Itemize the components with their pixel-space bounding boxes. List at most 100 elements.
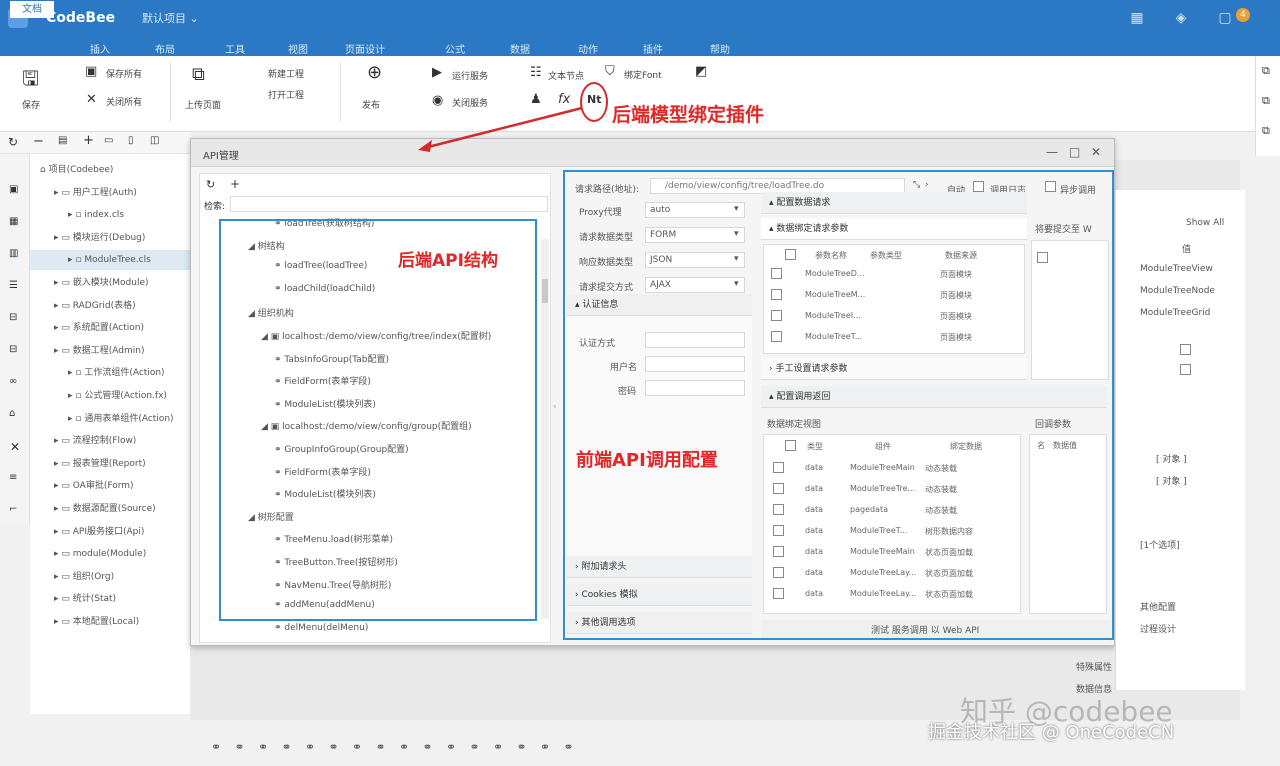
bookmark-icon[interactable]: ⊟ bbox=[9, 344, 17, 355]
table-icon[interactable]: ▦ bbox=[9, 216, 18, 227]
link-icon[interactable]: ⚭ bbox=[211, 740, 221, 754]
menu-item-view[interactable]: 视图 bbox=[288, 41, 308, 56]
link-icon[interactable]: ⚭ bbox=[423, 740, 433, 754]
menu-item-tools[interactable]: 工具 bbox=[225, 41, 245, 56]
tree-item[interactable]: ▸ ▭ 流程控制(Flow) bbox=[30, 431, 190, 451]
close-icon[interactable]: ✕ bbox=[1091, 145, 1101, 159]
play-icon[interactable]: ▶ bbox=[432, 65, 442, 80]
link-icon[interactable]: ⚭ bbox=[352, 740, 362, 754]
open-project-button[interactable]: 打开工程 bbox=[268, 88, 304, 101]
close-icon[interactable]: ✕ bbox=[86, 92, 97, 107]
copy-icon[interactable]: ⧉ bbox=[1262, 64, 1270, 78]
submit-checkbox[interactable] bbox=[1037, 252, 1048, 263]
link-icon[interactable]: ⚭ bbox=[564, 740, 574, 754]
save-icon[interactable]: 🖫 bbox=[22, 64, 39, 98]
tree-item[interactable]: ▸ ▭ OA审批(Form) bbox=[30, 476, 190, 496]
tree-item[interactable]: ▸ ▭ 本地配置(Local) bbox=[30, 612, 190, 632]
menu-item-layout[interactable]: 布局 bbox=[155, 41, 175, 56]
row-checkbox[interactable] bbox=[771, 289, 782, 300]
splitter-handle-icon[interactable]: ‹ bbox=[553, 402, 557, 412]
link-icon[interactable]: ⚭ bbox=[235, 740, 245, 754]
chevron-down-icon[interactable]: ▾ bbox=[734, 254, 739, 264]
link-icon[interactable]: ⚭ bbox=[329, 740, 339, 754]
row-checkbox[interactable] bbox=[771, 331, 782, 342]
headers-section[interactable]: › 附加请求头 bbox=[567, 556, 752, 578]
tree-item[interactable]: ▸ ▭ 数据源配置(Source) bbox=[30, 499, 190, 519]
menu-icon[interactable]: ≡ bbox=[9, 472, 17, 483]
field-select[interactable]: FORM ▾ bbox=[645, 227, 745, 243]
link-icon[interactable]: ⚭ bbox=[540, 740, 550, 754]
tree-item[interactable]: ▸ ▭ RADGrid(表格) bbox=[30, 296, 190, 316]
add-icon[interactable]: + bbox=[83, 133, 94, 148]
binding-font-button[interactable]: 绑定Font bbox=[624, 68, 662, 81]
auto-checkbox[interactable] bbox=[973, 181, 984, 192]
footer-text[interactable]: 测试 服务调用 以 Web API bbox=[871, 623, 979, 636]
field-select[interactable]: AJAX ▾ bbox=[645, 277, 745, 293]
tree-item[interactable]: ▸ ▭ 统计(Stat) bbox=[30, 589, 190, 609]
request-config-section[interactable]: ▴ 配置数据请求 bbox=[761, 192, 1027, 214]
row-checkbox[interactable] bbox=[773, 483, 784, 494]
manual-params-section[interactable]: › 手工设置请求参数 bbox=[761, 358, 1027, 380]
row-checkbox[interactable] bbox=[773, 525, 784, 536]
save-button[interactable]: 保存 bbox=[22, 98, 40, 111]
link-icon[interactable]: ⚭ bbox=[517, 740, 527, 754]
refresh-icon[interactable]: ↻ bbox=[8, 135, 18, 149]
chart-icon[interactable]: ▥ bbox=[9, 248, 18, 259]
row-checkbox[interactable] bbox=[773, 546, 784, 557]
text-node-button[interactable]: 文本节点 bbox=[548, 69, 584, 82]
link-icon[interactable]: ⚭ bbox=[446, 740, 456, 754]
link-icon[interactable]: ⚭ bbox=[305, 740, 315, 754]
tag-icon[interactable]: ◈ bbox=[1170, 10, 1192, 28]
paste-icon[interactable]: ⧉ bbox=[1262, 94, 1270, 108]
username-input[interactable] bbox=[645, 356, 745, 372]
row-checkbox[interactable] bbox=[773, 462, 784, 473]
refresh-icon[interactable]: ↻ bbox=[206, 178, 215, 191]
scroll-thumb[interactable] bbox=[542, 279, 548, 303]
menu-item-page-design[interactable]: 页面设计 bbox=[345, 41, 385, 56]
row-checkbox[interactable] bbox=[771, 310, 782, 321]
object-button-1[interactable]: [ 对象 ] bbox=[1156, 452, 1187, 465]
password-input[interactable] bbox=[645, 380, 745, 396]
tree-item[interactable]: ▸ ▫ 工作流组件(Action) bbox=[30, 363, 190, 383]
other-options-section[interactable]: › 其他调用选项 bbox=[567, 612, 752, 634]
row-checkbox[interactable] bbox=[773, 588, 784, 599]
object-button-2[interactable]: [ 对象 ] bbox=[1156, 474, 1187, 487]
bell-icon[interactable]: ▢ bbox=[1214, 10, 1236, 28]
file-icon[interactable]: ▯ bbox=[128, 135, 134, 146]
menu-item-help[interactable]: 帮助 bbox=[710, 41, 730, 56]
maximize-icon[interactable]: □ bbox=[1069, 145, 1080, 159]
close-icon[interactable]: ✕ bbox=[10, 440, 20, 454]
tree-item[interactable]: ▸ ▭ 嵌入模块(Module) bbox=[30, 273, 190, 293]
link-icon[interactable]: ⚭ bbox=[376, 740, 386, 754]
minimize-icon[interactable]: — bbox=[1046, 145, 1058, 159]
api-search-input[interactable] bbox=[230, 196, 548, 212]
upload-icon[interactable]: ⧉ bbox=[192, 64, 205, 85]
run-service-button[interactable]: 运行服务 bbox=[452, 69, 488, 82]
tree-item[interactable]: ▸ ▭ API服务接口(Api) bbox=[30, 522, 190, 542]
tree-item[interactable]: ▸ ▭ 用户工程(Auth) bbox=[30, 183, 190, 203]
link-icon[interactable]: ∞ bbox=[9, 376, 17, 387]
select-all-checkbox[interactable] bbox=[785, 440, 796, 451]
split-icon[interactable]: ◫ bbox=[150, 135, 159, 146]
cookies-section[interactable]: › Cookies 模拟 bbox=[567, 584, 752, 606]
list-icon[interactable]: ☰ bbox=[9, 280, 18, 291]
async-checkbox[interactable] bbox=[1045, 181, 1056, 192]
new-project-button[interactable]: 新建工程 bbox=[268, 67, 304, 80]
clone-icon[interactable]: ⧉ bbox=[1262, 124, 1270, 138]
select-all-checkbox[interactable] bbox=[785, 249, 796, 260]
menu-item-insert[interactable]: 插入 bbox=[90, 41, 110, 56]
globe-icon[interactable]: ⊕ bbox=[367, 62, 382, 83]
layers-icon[interactable]: ▣ bbox=[9, 184, 18, 195]
folder-icon[interactable]: ▭ bbox=[104, 135, 113, 146]
field-select[interactable]: JSON ▾ bbox=[645, 252, 745, 268]
tree-item[interactable]: ▸ ▭ module(Module) bbox=[30, 544, 190, 564]
publish-button[interactable]: 发布 bbox=[362, 98, 380, 111]
link-icon[interactable]: ⚭ bbox=[493, 740, 503, 754]
save-icon[interactable]: ▤ bbox=[58, 135, 67, 146]
shirt-icon[interactable]: ⛉ bbox=[605, 64, 615, 79]
tree-item[interactable]: ▸ ▭ 组织(Org) bbox=[30, 567, 190, 587]
link-icon[interactable]: ⚭ bbox=[258, 740, 268, 754]
menu-item-document[interactable]: 文档 bbox=[10, 1, 54, 18]
response-config-section[interactable]: ▴ 配置调用返回 bbox=[761, 386, 1107, 408]
tree-item[interactable]: ▸ ▫ 公式管理(Action.fx) bbox=[30, 386, 190, 406]
